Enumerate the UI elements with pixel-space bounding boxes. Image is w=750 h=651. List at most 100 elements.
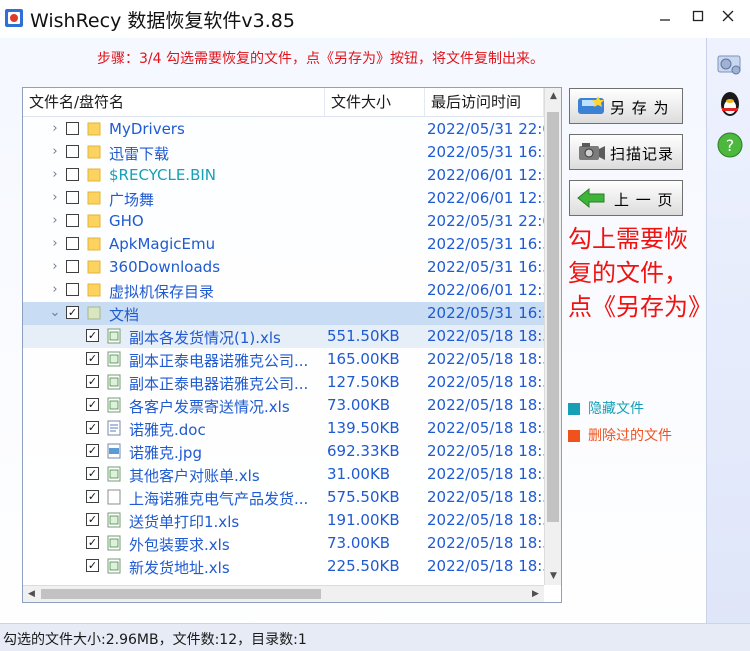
scroll-up-arrow[interactable]: ▲ — [545, 88, 561, 105]
column-date[interactable]: 最后访问时间 — [425, 88, 544, 116]
row-checkbox[interactable] — [66, 122, 79, 135]
excel-file-icon — [107, 512, 121, 528]
minimize-icon — [660, 19, 670, 21]
file-row[interactable]: ✓ 新发货地址.xls 225.50KB 2022/05/18 18:5 — [23, 555, 544, 578]
row-checkbox[interactable]: ✓ — [66, 306, 79, 319]
row-name: 上海诺雅克电气产品发货... — [129, 490, 309, 508]
window-title: WishRecy 数据恢复软件v3.85 — [30, 10, 295, 32]
row-date: 2022/05/18 18:5 — [427, 373, 544, 391]
row-size: 73.00KB — [327, 534, 391, 552]
folder-icon — [87, 237, 101, 251]
file-row[interactable]: ✓ 外包装要求.xls 73.00KB 2022/05/18 18:5 — [23, 532, 544, 555]
scan-record-button[interactable]: 扫描记录 — [569, 134, 683, 170]
row-date: 2022/05/18 18:5 — [427, 419, 544, 437]
row-size: 31.00KB — [327, 465, 391, 483]
row-checkbox[interactable]: ✓ — [86, 329, 99, 342]
file-row[interactable]: ✓ 诺雅克.jpg 692.33KB 2022/05/18 18:5 — [23, 440, 544, 463]
chevron-right-icon[interactable]: › — [49, 168, 61, 182]
chevron-right-icon[interactable]: › — [49, 214, 61, 228]
column-name[interactable]: 文件名/盘符名 — [23, 88, 325, 116]
folder-row[interactable]: › GHO 2022/05/31 22:0 — [23, 210, 544, 233]
word-file-icon — [107, 420, 121, 436]
scroll-down-arrow[interactable]: ▼ — [545, 568, 561, 585]
prev-page-button[interactable]: 上 一 页 — [569, 180, 683, 216]
chevron-right-icon[interactable]: › — [49, 283, 61, 297]
file-row[interactable]: ✓ 上海诺雅克电气产品发货... 575.50KB 2022/05/18 18:5 — [23, 486, 544, 509]
row-size: 225.50KB — [327, 557, 400, 575]
row-name: 其他客户对账单.xls — [129, 467, 260, 485]
row-checkbox[interactable]: ✓ — [86, 559, 99, 572]
file-row[interactable]: ✓ 副本正泰电器诺雅克公司... 165.00KB 2022/05/18 18:5 — [23, 348, 544, 371]
row-checkbox[interactable]: ✓ — [86, 490, 99, 503]
folder-row[interactable]: › 虚拟机保存目录 2022/06/01 12:3 — [23, 279, 544, 302]
row-name: 360Downloads — [109, 258, 221, 276]
row-checkbox[interactable]: ✓ — [86, 421, 99, 434]
row-name: GHO — [109, 212, 144, 230]
file-row[interactable]: ✓ 送货单打印1.xls 191.00KB 2022/05/18 18:5 — [23, 509, 544, 532]
excel-file-icon — [107, 466, 121, 482]
chevron-right-icon[interactable]: › — [49, 191, 61, 205]
horizontal-scroll-thumb[interactable] — [41, 589, 321, 599]
file-row[interactable]: ✓ 副本各发货情况(1).xls 551.50KB 2022/05/18 18:5 — [23, 325, 544, 348]
scroll-right-arrow[interactable]: ▶ — [527, 586, 544, 602]
row-checkbox[interactable] — [66, 237, 79, 250]
folder-row[interactable]: › 360Downloads 2022/05/31 16:5 — [23, 256, 544, 279]
row-checkbox[interactable]: ✓ — [86, 513, 99, 526]
file-row[interactable]: ✓ 副本正泰电器诺雅克公司... 127.50KB 2022/05/18 18:5 — [23, 371, 544, 394]
folder-row[interactable]: ⌄ ✓ 文档 2022/05/31 16:5 — [23, 302, 544, 325]
help-question-icon[interactable]: ? — [715, 130, 745, 160]
close-button[interactable] — [714, 6, 742, 30]
row-checkbox[interactable]: ✓ — [86, 444, 99, 457]
file-row[interactable]: ✓ 其他客户对账单.xls 31.00KB 2022/05/18 18:5 — [23, 463, 544, 486]
row-name: $RECYCLE.BIN — [109, 166, 217, 184]
excel-file-icon — [107, 535, 121, 551]
folder-row[interactable]: › 迅雷下载 2022/05/31 16:5 — [23, 141, 544, 164]
chevron-right-icon[interactable]: › — [49, 260, 61, 274]
maximize-button[interactable] — [684, 6, 712, 30]
row-checkbox[interactable] — [66, 283, 79, 296]
prev-page-label: 上 一 页 — [614, 191, 674, 209]
settings-gears-icon[interactable] — [715, 48, 745, 78]
minimize-button[interactable] — [651, 6, 679, 30]
row-name: 虚拟机保存目录 — [109, 283, 215, 301]
folder-row[interactable]: › 广场舞 2022/06/01 12:3 — [23, 187, 544, 210]
row-date: 2022/06/01 12:3 — [427, 281, 544, 299]
folder-icon — [87, 191, 101, 205]
chevron-right-icon[interactable]: › — [49, 145, 61, 159]
chevron-right-icon[interactable]: › — [49, 122, 61, 136]
vertical-scrollbar[interactable]: ▲ ▼ — [544, 88, 561, 585]
column-size[interactable]: 文件大小 — [325, 88, 425, 116]
folder-icon — [87, 122, 101, 136]
excel-file-icon — [107, 558, 121, 574]
row-checkbox[interactable]: ✓ — [86, 398, 99, 411]
right-side-strip: ? — [706, 38, 750, 623]
row-name: 新发货地址.xls — [129, 559, 230, 577]
row-checkbox[interactable] — [66, 214, 79, 227]
chevron-right-icon[interactable]: › — [49, 237, 61, 251]
vertical-scroll-thumb[interactable] — [547, 112, 559, 522]
row-checkbox[interactable] — [66, 191, 79, 204]
row-size: 165.00KB — [327, 350, 400, 368]
row-checkbox[interactable] — [66, 145, 79, 158]
scroll-left-arrow[interactable]: ◀ — [23, 586, 40, 602]
row-name: ApkMagicEmu — [109, 235, 216, 253]
row-name: 副本正泰电器诺雅克公司... — [129, 375, 309, 393]
column-header: 文件名/盘符名 文件大小 最后访问时间 — [23, 88, 544, 117]
row-checkbox[interactable]: ✓ — [86, 352, 99, 365]
file-row[interactable]: ✓ 诺雅克.doc 139.50KB 2022/05/18 18:5 — [23, 417, 544, 440]
legend-deleted: 删除过的文件 — [568, 425, 672, 445]
qq-penguin-icon[interactable] — [715, 88, 745, 118]
row-checkbox[interactable] — [66, 168, 79, 181]
save-as-button[interactable]: 另 存 为 — [569, 88, 683, 124]
folder-row[interactable]: › $RECYCLE.BIN 2022/06/01 12:3 — [23, 164, 544, 187]
horizontal-scrollbar[interactable]: ◀ ▶ — [23, 585, 544, 602]
row-date: 2022/05/31 16:5 — [427, 235, 544, 253]
chevron-down-icon[interactable]: ⌄ — [49, 306, 61, 320]
row-checkbox[interactable] — [66, 260, 79, 273]
folder-row[interactable]: › ApkMagicEmu 2022/05/31 16:5 — [23, 233, 544, 256]
row-checkbox[interactable]: ✓ — [86, 467, 99, 480]
row-checkbox[interactable]: ✓ — [86, 375, 99, 388]
file-row[interactable]: ✓ 各客户发票寄送情况.xls 73.00KB 2022/05/18 18:5 — [23, 394, 544, 417]
folder-row[interactable]: › MyDrivers 2022/05/31 22:0 — [23, 118, 544, 141]
row-checkbox[interactable]: ✓ — [86, 536, 99, 549]
